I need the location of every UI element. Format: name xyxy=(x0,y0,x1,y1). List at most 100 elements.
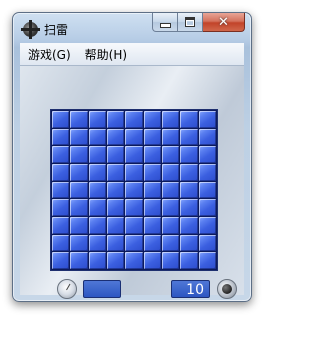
mine-cell[interactable] xyxy=(107,252,125,269)
mine-cell[interactable] xyxy=(180,181,198,199)
mine-cell[interactable] xyxy=(125,111,143,128)
mine-cell[interactable] xyxy=(143,252,161,269)
mine-cell[interactable] xyxy=(52,252,70,269)
mine-cell[interactable] xyxy=(125,128,143,146)
mine-cell[interactable] xyxy=(143,146,161,163)
mine-cell[interactable] xyxy=(52,181,70,199)
mine-cell[interactable] xyxy=(52,111,70,128)
mine-cell[interactable] xyxy=(125,163,143,181)
app-mine-icon[interactable] xyxy=(21,20,40,39)
mine-cell[interactable] xyxy=(70,128,88,146)
mine-cell[interactable] xyxy=(143,216,161,234)
minesweeper-window: 扫雷 ✕ 游戏(G) 帮助(H) 10 xyxy=(12,12,252,302)
mine-cell[interactable] xyxy=(180,234,198,252)
mine-cell[interactable] xyxy=(70,111,88,128)
mine-cell[interactable] xyxy=(198,181,216,199)
mine-cell[interactable] xyxy=(162,111,180,128)
mine-cell[interactable] xyxy=(162,252,180,269)
mine-cell[interactable] xyxy=(88,199,106,216)
mine-cell[interactable] xyxy=(143,163,161,181)
menu-help[interactable]: 帮助(H) xyxy=(79,46,133,63)
maximize-icon xyxy=(185,17,195,27)
mine-cell[interactable] xyxy=(52,199,70,216)
mine-cell[interactable] xyxy=(162,216,180,234)
mine-cell[interactable] xyxy=(180,216,198,234)
mine-cell[interactable] xyxy=(70,199,88,216)
mine-cell[interactable] xyxy=(180,163,198,181)
mine-cell[interactable] xyxy=(125,252,143,269)
game-area: 10 xyxy=(20,66,244,299)
mine-cell[interactable] xyxy=(162,199,180,216)
mine-cell[interactable] xyxy=(125,216,143,234)
mine-cell[interactable] xyxy=(198,252,216,269)
mine-cell[interactable] xyxy=(162,181,180,199)
mine-cell[interactable] xyxy=(143,199,161,216)
mines-remaining-counter: 10 xyxy=(171,280,210,298)
mine-cell[interactable] xyxy=(143,181,161,199)
mine-cell[interactable] xyxy=(88,146,106,163)
mine-cell[interactable] xyxy=(70,216,88,234)
mine-cell[interactable] xyxy=(125,181,143,199)
mine-cell[interactable] xyxy=(125,146,143,163)
mine-cell[interactable] xyxy=(107,146,125,163)
mine-cell[interactable] xyxy=(107,181,125,199)
mine-cell[interactable] xyxy=(198,146,216,163)
minimize-icon xyxy=(159,22,171,28)
clock-icon xyxy=(57,279,77,299)
mine-cell[interactable] xyxy=(88,128,106,146)
mine-cell[interactable] xyxy=(198,128,216,146)
mine-cell[interactable] xyxy=(107,199,125,216)
maximize-button[interactable] xyxy=(178,13,203,32)
menu-bar: 游戏(G) 帮助(H) xyxy=(20,43,244,66)
mine-cell[interactable] xyxy=(70,181,88,199)
mine-icon xyxy=(217,279,237,299)
title-bar[interactable]: 扫雷 ✕ xyxy=(13,13,251,43)
mine-cell[interactable] xyxy=(107,216,125,234)
mine-cell[interactable] xyxy=(52,234,70,252)
mine-cell[interactable] xyxy=(52,128,70,146)
mine-cell[interactable] xyxy=(143,111,161,128)
mine-cell[interactable] xyxy=(107,128,125,146)
mine-cell[interactable] xyxy=(107,163,125,181)
mine-cell[interactable] xyxy=(52,146,70,163)
mine-cell[interactable] xyxy=(88,163,106,181)
mine-cell[interactable] xyxy=(162,163,180,181)
mine-cell[interactable] xyxy=(180,199,198,216)
timer-display xyxy=(83,280,121,298)
mine-cell[interactable] xyxy=(180,146,198,163)
mine-cell[interactable] xyxy=(162,234,180,252)
close-button[interactable]: ✕ xyxy=(203,13,245,32)
mine-cell[interactable] xyxy=(107,234,125,252)
close-icon: ✕ xyxy=(218,14,229,30)
mine-cell[interactable] xyxy=(70,234,88,252)
mine-cell[interactable] xyxy=(88,252,106,269)
minefield-grid xyxy=(50,109,218,271)
mine-cell[interactable] xyxy=(198,163,216,181)
mine-cell[interactable] xyxy=(70,146,88,163)
mine-cell[interactable] xyxy=(198,216,216,234)
mine-cell[interactable] xyxy=(88,111,106,128)
mine-cell[interactable] xyxy=(180,128,198,146)
caption-buttons: ✕ xyxy=(152,13,245,33)
menu-game[interactable]: 游戏(G) xyxy=(22,46,77,63)
mine-cell[interactable] xyxy=(88,181,106,199)
mine-cell[interactable] xyxy=(125,199,143,216)
mine-cell[interactable] xyxy=(70,252,88,269)
mine-cell[interactable] xyxy=(88,234,106,252)
mine-cell[interactable] xyxy=(88,216,106,234)
mine-cell[interactable] xyxy=(52,163,70,181)
minimize-button[interactable] xyxy=(152,13,178,32)
mine-cell[interactable] xyxy=(180,252,198,269)
mine-cell[interactable] xyxy=(143,128,161,146)
mine-cell[interactable] xyxy=(70,163,88,181)
mine-cell[interactable] xyxy=(162,146,180,163)
mine-cell[interactable] xyxy=(162,128,180,146)
mine-cell[interactable] xyxy=(125,234,143,252)
mine-cell[interactable] xyxy=(180,111,198,128)
mine-cell[interactable] xyxy=(198,199,216,216)
mine-cell[interactable] xyxy=(198,111,216,128)
mine-cell[interactable] xyxy=(52,216,70,234)
mine-cell[interactable] xyxy=(107,111,125,128)
mine-cell[interactable] xyxy=(198,234,216,252)
mine-cell[interactable] xyxy=(143,234,161,252)
